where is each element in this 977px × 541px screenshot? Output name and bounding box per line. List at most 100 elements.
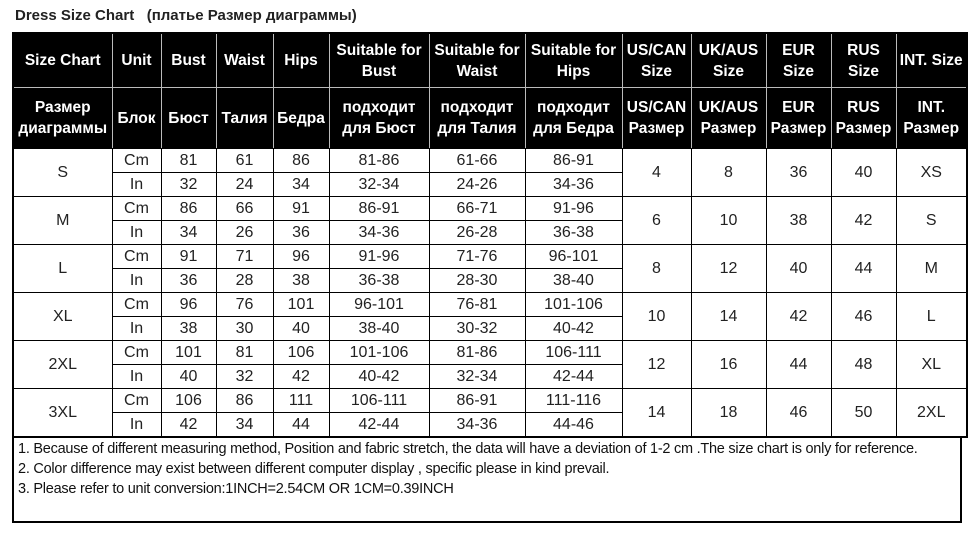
suitable-waist-value: 76-81 — [428, 292, 526, 317]
hips-value: 101 — [272, 292, 330, 317]
size-chart-body: S Cm 81 61 86 81-86 61-66 86-91 4 8 36 40 XS In 32 24 34… — [12, 148, 968, 438]
suitable-hips-value: 42-44 — [524, 364, 623, 389]
suitable-bust-value: 42-44 — [328, 412, 430, 438]
column-header: Suitable for Bust — [328, 32, 430, 88]
int-size: S — [895, 196, 968, 245]
size-chart-table: Size Chart Unit Bust Waist Hips Suitable for … — [12, 32, 968, 438]
size-label: 3XL — [12, 388, 113, 438]
unit-cell: In — [111, 316, 162, 341]
unit-cell: Cm — [111, 244, 162, 269]
waist-value: 66 — [215, 196, 274, 221]
column-header: US/CAN Size — [621, 32, 692, 88]
bust-value: 34 — [160, 220, 217, 245]
suitable-hips-value: 91-96 — [524, 196, 623, 221]
uk-aus-size: 8 — [690, 148, 767, 197]
rus-size: 46 — [830, 292, 897, 341]
column-header: EUR Size — [765, 32, 832, 88]
bust-value: 40 — [160, 364, 217, 389]
eur-size: 44 — [765, 340, 832, 389]
note-1: 1. Because of different measuring method… — [18, 441, 918, 457]
bust-value: 32 — [160, 172, 217, 197]
uk-aus-size: 18 — [690, 388, 767, 438]
suitable-bust-value: 34-36 — [328, 220, 430, 245]
unit-cell: In — [111, 268, 162, 293]
waist-value: 61 — [215, 148, 274, 173]
suitable-hips-value: 96-101 — [524, 244, 623, 269]
bust-value: 91 — [160, 244, 217, 269]
bust-value: 42 — [160, 412, 217, 438]
suitable-waist-value: 26-28 — [428, 220, 526, 245]
uk-aus-size: 10 — [690, 196, 767, 245]
note-2: 2. Color difference may exist between di… — [18, 461, 610, 477]
note-3: 3. Please refer to unit conversion:1INCH… — [18, 481, 454, 497]
column-header: Suitable for Waist — [428, 32, 526, 88]
unit-cell: In — [111, 364, 162, 389]
unit-cell: Cm — [111, 388, 162, 413]
column-header: Bust — [160, 32, 217, 88]
notes-section: 1. Because of different measuring method… — [12, 436, 962, 523]
us-can-size: 6 — [621, 196, 692, 245]
rus-size: 42 — [830, 196, 897, 245]
table-row: L Cm 91 71 96 91-96 71-76 96-101 8 12 40 44 M — [12, 244, 968, 293]
hips-value: 42 — [272, 364, 330, 389]
waist-value: 30 — [215, 316, 274, 341]
int-size: 2XL — [895, 388, 968, 438]
column-header: US/CAN Размер — [621, 87, 692, 149]
us-can-size: 10 — [621, 292, 692, 341]
hips-value: 91 — [272, 196, 330, 221]
suitable-waist-value: 66-71 — [428, 196, 526, 221]
unit-cell: In — [111, 172, 162, 197]
suitable-waist-value: 81-86 — [428, 340, 526, 365]
unit-cell: Cm — [111, 292, 162, 317]
suitable-hips-value: 34-36 — [524, 172, 623, 197]
suitable-bust-value: 40-42 — [328, 364, 430, 389]
suitable-hips-value: 36-38 — [524, 220, 623, 245]
bust-value: 36 — [160, 268, 217, 293]
size-label: XL — [12, 292, 113, 341]
int-size: XS — [895, 148, 968, 197]
bust-value: 101 — [160, 340, 217, 365]
eur-size: 38 — [765, 196, 832, 245]
column-header: Unit — [111, 32, 162, 88]
suitable-waist-value: 30-32 — [428, 316, 526, 341]
column-header: Suitable for Hips — [524, 32, 623, 88]
suitable-hips-value: 86-91 — [524, 148, 623, 173]
hips-value: 36 — [272, 220, 330, 245]
suitable-bust-value: 86-91 — [328, 196, 430, 221]
suitable-bust-value: 32-34 — [328, 172, 430, 197]
hips-value: 111 — [272, 388, 330, 413]
waist-value: 81 — [215, 340, 274, 365]
bust-value: 38 — [160, 316, 217, 341]
suitable-bust-value: 91-96 — [328, 244, 430, 269]
column-header: Талия — [215, 87, 274, 149]
suitable-waist-value: 24-26 — [428, 172, 526, 197]
column-header: Hips — [272, 32, 330, 88]
hips-value: 86 — [272, 148, 330, 173]
rus-size: 48 — [830, 340, 897, 389]
suitable-hips-value: 101-106 — [524, 292, 623, 317]
bust-value: 106 — [160, 388, 217, 413]
unit-cell: Cm — [111, 148, 162, 173]
waist-value: 76 — [215, 292, 274, 317]
table-row: M Cm 86 66 91 86-91 66-71 91-96 6 10 38 42 S — [12, 196, 968, 245]
column-header: Блок — [111, 87, 162, 149]
us-can-size: 14 — [621, 388, 692, 438]
unit-cell: Cm — [111, 196, 162, 221]
suitable-waist-value: 34-36 — [428, 412, 526, 438]
unit-cell: Cm — [111, 340, 162, 365]
suitable-hips-value: 38-40 — [524, 268, 623, 293]
column-header: EUR Размер — [765, 87, 832, 149]
table-row: XL Cm 96 76 101 96-101 76-81 101-106 10 14 42 46 L — [12, 292, 968, 341]
column-header: подходит для Бедра — [524, 87, 623, 149]
suitable-bust-value: 101-106 — [328, 340, 430, 365]
bust-value: 81 — [160, 148, 217, 173]
uk-aus-size: 16 — [690, 340, 767, 389]
column-header: INT. Size — [895, 32, 968, 88]
column-header: UK/AUS Size — [690, 32, 767, 88]
suitable-bust-value: 96-101 — [328, 292, 430, 317]
size-label: S — [12, 148, 113, 197]
column-header: RUS Size — [830, 32, 897, 88]
suitable-bust-value: 38-40 — [328, 316, 430, 341]
hips-value: 34 — [272, 172, 330, 197]
table-row: S Cm 81 61 86 81-86 61-66 86-91 4 8 36 40 XS — [12, 148, 968, 197]
